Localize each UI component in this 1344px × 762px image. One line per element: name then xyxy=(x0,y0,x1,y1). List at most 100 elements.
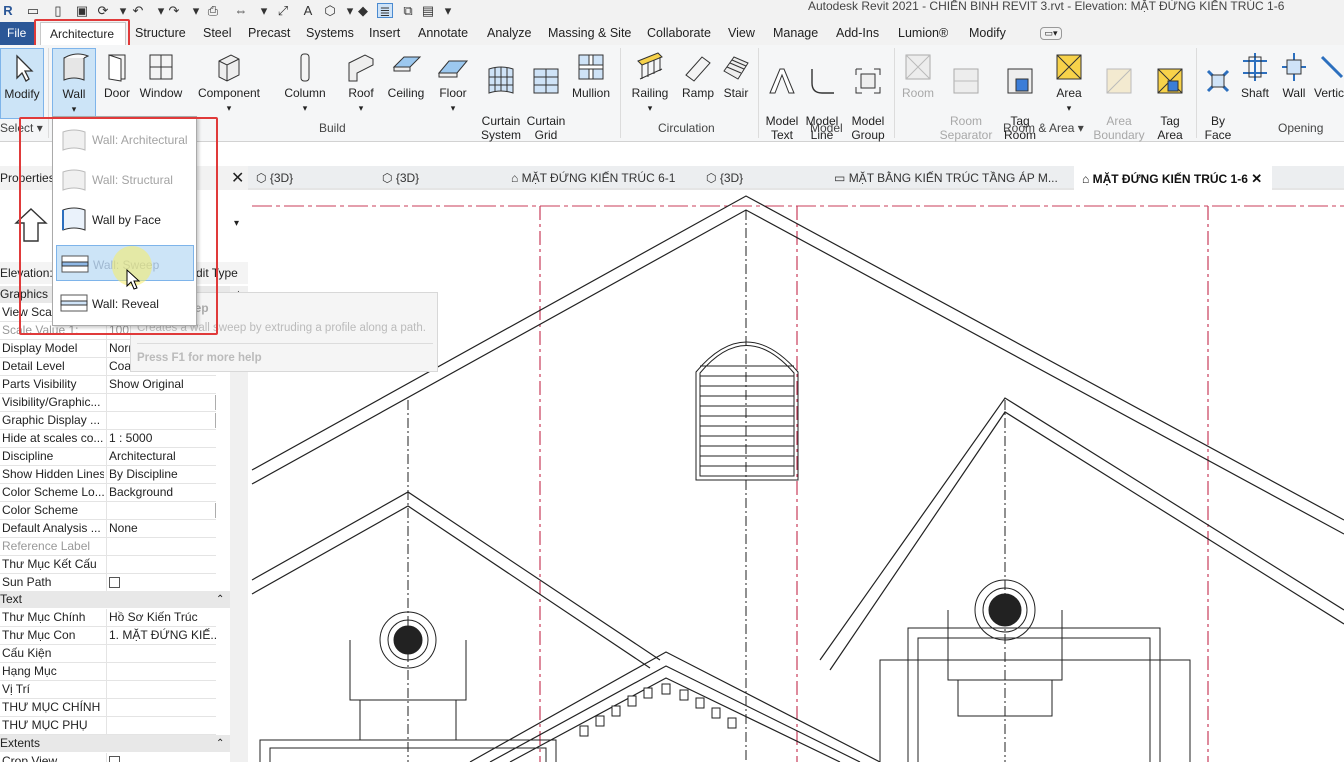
prop-row[interactable]: Cấu Kiện xyxy=(0,645,216,663)
doc-tab-elevation-1-6[interactable]: ⌂ MẶT ĐỨNG KIẾN TRÚC 1-6 ✕ xyxy=(1074,166,1272,190)
room-separator-button[interactable]: Room Separator xyxy=(938,51,994,142)
prop-value[interactable] xyxy=(106,663,216,680)
prop-value[interactable]: By Discipline xyxy=(106,466,216,483)
tab-precast[interactable]: Precast xyxy=(248,26,290,40)
curtain-system-button[interactable]: Curtain System xyxy=(478,51,524,142)
prop-value[interactable]: Architectural xyxy=(106,448,216,465)
tab-view[interactable]: View xyxy=(728,26,755,40)
tab-insert[interactable]: Insert xyxy=(369,26,400,40)
tab-massing-site[interactable]: Massing & Site xyxy=(548,26,631,40)
tab-add-ins[interactable]: Add-Ins xyxy=(836,26,879,40)
section-text[interactable]: Text ⌃ xyxy=(0,591,230,608)
ceiling-button[interactable]: Ceiling xyxy=(384,51,428,100)
doc-tab-3d-2[interactable]: ⬡ {3D} xyxy=(382,166,419,190)
redo-dropdown-icon[interactable]: ▾ xyxy=(188,3,204,18)
area-button[interactable]: Area ▾ xyxy=(1048,51,1090,115)
thin-lines-icon[interactable]: ≣ xyxy=(377,3,393,19)
tab-structure[interactable]: Structure xyxy=(135,26,186,40)
prop-row[interactable]: Sun Path xyxy=(0,574,216,592)
ramp-button[interactable]: Ramp xyxy=(678,51,718,100)
railing-button[interactable]: Railing ▾ xyxy=(628,51,672,115)
close-tab-icon[interactable]: ✕ xyxy=(1251,171,1262,186)
prop-value[interactable] xyxy=(106,681,216,698)
prop-row[interactable]: Parts Visibility Show Original xyxy=(0,376,216,394)
prop-value[interactable] xyxy=(106,699,216,716)
prop-row[interactable]: Thư Mục Con 1. MẶT ĐỨNG KIẾ... xyxy=(0,627,216,645)
prop-value[interactable]: Hồ Sơ Kiến Trúc xyxy=(106,609,216,626)
by-face-button[interactable]: By Face xyxy=(1200,51,1236,142)
component-button[interactable]: Component ▾ xyxy=(193,51,265,115)
doc-tab-floor-plan[interactable]: ▭ MẶT BẰNG KIẾN TRÚC TẦNG ÁP M... xyxy=(834,166,1058,190)
door-button[interactable]: Door xyxy=(98,51,136,100)
drawing-canvas[interactable] xyxy=(248,192,1344,762)
prop-row[interactable]: Default Analysis ... None xyxy=(0,520,216,538)
prop-value[interactable]: 1. MẶT ĐỨNG KIẾ... xyxy=(106,627,216,644)
stair-button[interactable]: Stair xyxy=(718,51,754,100)
type-dropdown-icon[interactable]: ▾ xyxy=(234,218,239,229)
tab-steel[interactable]: Steel xyxy=(203,26,232,40)
shaft-button[interactable]: Shaft xyxy=(1238,51,1272,100)
undo-icon[interactable]: ↶ xyxy=(130,3,146,18)
doc-tab-elevation-6-1[interactable]: ⌂ MẶT ĐỨNG KIẾN TRÚC 6-1 xyxy=(511,166,675,190)
ribbon-minimize-icon[interactable]: ▭▾ xyxy=(1040,27,1062,40)
curtain-grid-button[interactable]: Curtain Grid xyxy=(526,51,566,142)
prop-row[interactable]: Reference Label xyxy=(0,538,216,556)
prop-row[interactable]: Color Scheme Lo... Background xyxy=(0,484,216,502)
column-button[interactable]: Column ▾ xyxy=(280,51,330,115)
sync-arrow-icon[interactable]: ▾ xyxy=(115,3,131,18)
prop-value[interactable]: 1 : 5000 xyxy=(106,430,216,447)
aligned-dimension-icon[interactable]: ⤢ xyxy=(275,3,291,18)
prop-edit-button[interactable]: Edit... xyxy=(215,395,216,410)
prop-row-crop-view[interactable]: Crop View xyxy=(0,753,216,762)
prop-value[interactable] xyxy=(106,556,216,573)
prop-row[interactable]: Vị Trí xyxy=(0,681,216,699)
tab-collaborate[interactable]: Collaborate xyxy=(647,26,711,40)
vertical-button[interactable]: Vertic xyxy=(1314,51,1344,100)
area-boundary-button[interactable]: Area Boundary xyxy=(1092,51,1146,142)
prop-row[interactable]: Hide at scales co... 1 : 5000 xyxy=(0,430,216,448)
section-icon[interactable]: ◆ xyxy=(355,3,371,18)
new-icon[interactable]: ▯ xyxy=(50,3,66,18)
wall-opening-button[interactable]: Wall xyxy=(1276,51,1312,100)
prop-row[interactable]: Thư Mục Chính Hồ Sơ Kiến Trúc xyxy=(0,609,216,627)
room-button[interactable]: Room xyxy=(898,51,938,100)
prop-row[interactable]: Visibility/Graphic... Edit... xyxy=(0,394,216,412)
room-area-panel-label[interactable]: Room & Area ▾ xyxy=(1003,121,1084,135)
doc-tab-3d-1[interactable]: ⬡ {3D} xyxy=(256,166,293,190)
tab-file[interactable]: File xyxy=(0,22,34,45)
prop-value[interactable]: Show Original xyxy=(106,376,216,393)
tab-systems[interactable]: Systems xyxy=(306,26,354,40)
prop-value[interactable]: None xyxy=(106,520,216,537)
sun-path-checkbox[interactable] xyxy=(106,574,216,591)
tag-area-button[interactable]: Tag Area xyxy=(1150,51,1190,142)
floor-button[interactable]: Floor ▾ xyxy=(432,51,474,115)
modify-button[interactable]: Modify xyxy=(0,48,44,119)
prop-value[interactable]: Background xyxy=(106,484,216,501)
measure-icon[interactable]: ⇔ xyxy=(233,3,249,18)
tab-annotate[interactable]: Annotate xyxy=(418,26,468,40)
qat-customize-icon[interactable]: ▾ xyxy=(440,3,456,18)
prop-row[interactable]: THƯ MỤC CHÍNH xyxy=(0,699,216,717)
prop-row[interactable]: Discipline Architectural xyxy=(0,448,216,466)
tab-analyze[interactable]: Analyze xyxy=(487,26,531,40)
roof-button[interactable]: Roof ▾ xyxy=(340,51,382,115)
3d-view-icon[interactable]: ⬡ xyxy=(322,3,338,18)
redo-icon[interactable]: ↷ xyxy=(166,3,182,18)
text-icon[interactable]: A xyxy=(300,3,316,18)
prop-row[interactable]: Hạng Mục xyxy=(0,663,216,681)
prop-row[interactable]: Thư Mục Kết Cấu xyxy=(0,556,216,574)
mullion-button[interactable]: Mullion xyxy=(568,51,614,100)
close-windows-icon[interactable]: ⧉ xyxy=(400,3,416,18)
revit-logo-icon[interactable]: R xyxy=(0,3,16,18)
prop-value[interactable] xyxy=(106,538,216,555)
window-button[interactable]: Window xyxy=(137,51,185,100)
prop-edit-button[interactable]: Edit... xyxy=(215,413,216,428)
wall-button[interactable]: Wall ▾ xyxy=(52,48,96,119)
model-text-button[interactable]: Model Text xyxy=(762,51,802,142)
doc-tab-3d-3[interactable]: ⬡ {3D} xyxy=(706,166,743,190)
tab-lumion[interactable]: Lumion® xyxy=(898,26,948,40)
tab-modify[interactable]: Modify xyxy=(969,26,1006,40)
prop-row[interactable]: Graphic Display ... Edit... xyxy=(0,412,216,430)
crop-view-checkbox[interactable] xyxy=(106,753,216,762)
prop-edit-button[interactable]: <none> xyxy=(215,503,216,518)
